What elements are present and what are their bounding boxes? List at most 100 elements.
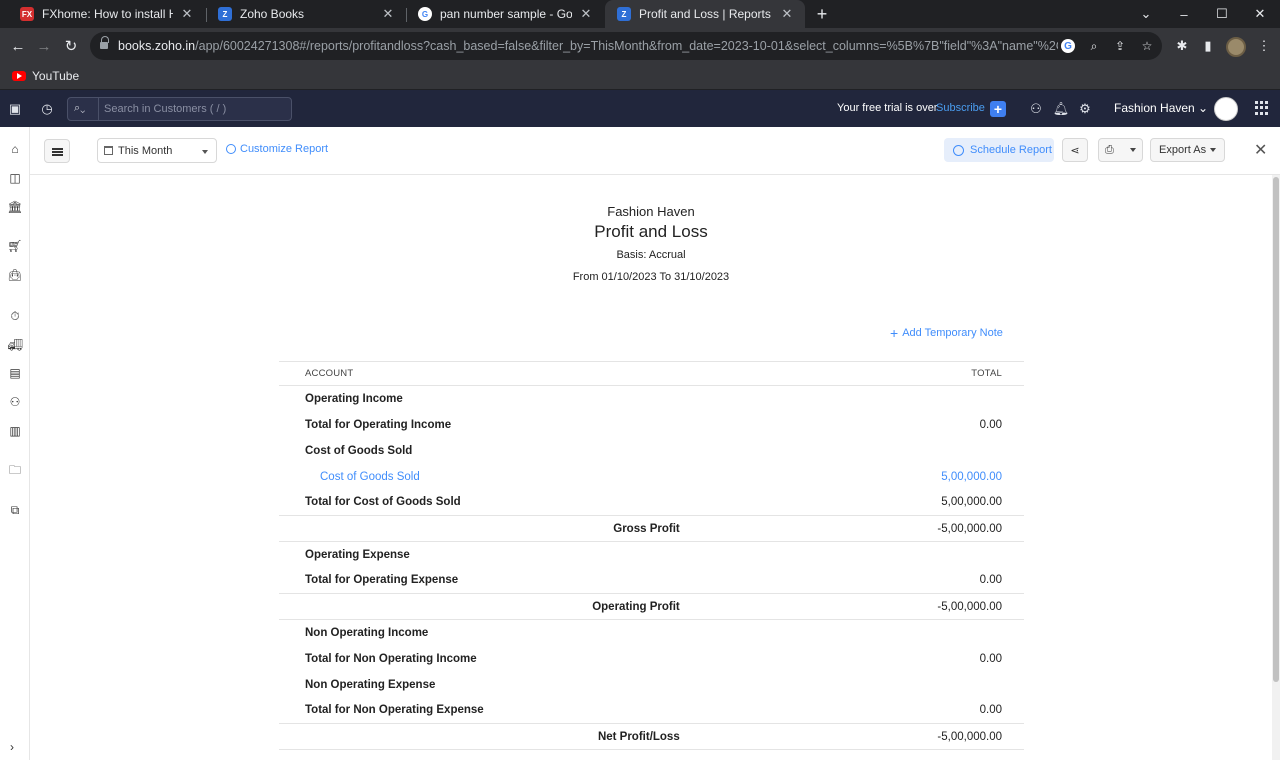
close-tab-icon[interactable]: ✕ <box>779 6 795 22</box>
share-page-icon[interactable]: ⇪ <box>1112 38 1128 54</box>
organization-switcher[interactable]: Fashion Haven ⌄ <box>1114 101 1208 115</box>
zoho-books-logo-icon[interactable]: ▣ <box>6 100 24 118</box>
share-button[interactable]: ⋖ <box>1062 138 1088 162</box>
tab-zoho-books[interactable]: Z Zoho Books ✕ <box>206 0 406 28</box>
banking-icon[interactable]: 🏛︎ <box>7 199 23 215</box>
table-row: Total for Operating Expense 0.00 <box>279 568 1024 594</box>
summary-label-cell <box>525 438 919 464</box>
global-search: ⌕⌄ <box>67 97 292 121</box>
user-avatar[interactable] <box>1214 97 1238 121</box>
export-as-button[interactable]: Export As <box>1150 138 1225 162</box>
account-cell <box>279 593 526 620</box>
print-button[interactable]: ⎙ <box>1098 138 1143 162</box>
report-date-range: From 01/10/2023 To 31/10/2023 <box>572 271 730 283</box>
customize-report-button[interactable]: Customize Report <box>226 143 328 155</box>
report-menu-button[interactable] <box>44 139 70 163</box>
subscribe-link[interactable]: Subscribe <box>936 102 985 114</box>
add-temporary-note-link[interactable]: + Add Temporary Note <box>890 326 1003 340</box>
account-cell: Total for Operating Income <box>305 418 452 431</box>
tab-search-chevron-icon[interactable]: ⌄ <box>1127 0 1165 28</box>
period-select[interactable]: This Month <box>97 138 217 163</box>
apps-integration-icon[interactable]: ⧉ <box>7 502 23 518</box>
zoom-icon[interactable]: ⌕ <box>1086 38 1102 54</box>
account-cell: Total for Cost of Goods Sold <box>305 496 461 509</box>
summary-label-cell <box>525 464 919 490</box>
reload-icon[interactable]: ↻ <box>60 35 82 57</box>
documents-folder-icon[interactable]: 🗀︎ <box>7 463 23 479</box>
table-row[interactable]: Cost of Goods Sold 5,00,000.00 <box>279 464 1024 490</box>
home-icon[interactable]: ⌂ <box>7 141 23 157</box>
back-arrow-icon[interactable]: ← <box>7 35 29 57</box>
expand-sidebar-chevron-icon[interactable]: › <box>10 740 14 754</box>
recent-history-icon[interactable]: ◷ <box>38 100 56 118</box>
tab-title: FXhome: How to install HitFilm V <box>42 7 173 21</box>
search-scope-dropdown-icon[interactable]: ⌕⌄ <box>74 102 85 115</box>
bookmark-star-icon[interactable]: ☆ <box>1139 38 1155 54</box>
total-cell: 0.00 <box>979 574 1002 587</box>
settings-gear-icon[interactable]: ⚙ <box>1076 100 1094 118</box>
reports-chart-icon[interactable]: ▥ <box>7 423 23 439</box>
minimize-window-icon[interactable]: – <box>1165 0 1203 28</box>
google-lens-icon[interactable]: G <box>1060 38 1076 54</box>
close-tab-icon[interactable]: ✕ <box>578 6 594 22</box>
gst-filing-icon[interactable]: ▤ <box>7 365 23 381</box>
summary-label-cell <box>525 646 919 672</box>
new-tab-button[interactable]: + <box>812 4 832 24</box>
print-caret-icon[interactable] <box>1130 148 1136 152</box>
browser-menu-icon[interactable]: ⋮ <box>1256 38 1272 54</box>
summary-label-cell <box>525 542 919 568</box>
side-panel-icon[interactable]: ▮ <box>1200 38 1216 54</box>
caret-down-icon <box>202 150 208 154</box>
time-tracking-icon[interactable]: ⏱︎ <box>7 308 23 324</box>
tab-title: Zoho Books <box>240 7 305 21</box>
total-cell: -5,00,000.00 <box>919 593 1024 620</box>
tab-profit-and-loss[interactable]: Z Profit and Loss | Reports | Zoho B ✕ <box>605 0 805 28</box>
app-header: ▣ ◷ ⌕⌄ Your free trial is over Subscribe… <box>0 90 1280 127</box>
tab-fxhome[interactable]: FX FXhome: How to install HitFilm V ✕ <box>8 0 205 28</box>
report-basis: Basis: Accrual <box>616 249 686 261</box>
export-label: Export As <box>1159 144 1207 156</box>
tab-google-search[interactable]: G pan number sample - Google Se ✕ <box>406 0 604 28</box>
summary-label-cell <box>525 620 919 646</box>
total-cell <box>920 438 1024 464</box>
browser-profile-avatar[interactable] <box>1226 37 1246 57</box>
table-row: Total for Cost of Goods Sold 5,00,000.00 <box>279 490 1024 516</box>
total-cell <box>920 620 1024 646</box>
notifications-bell-icon[interactable]: 🔔︎ <box>1052 100 1070 118</box>
account-cell: Non Operating Income <box>305 626 429 639</box>
purchases-bag-icon[interactable]: 👜︎ <box>7 267 23 283</box>
account-cell <box>279 515 526 542</box>
close-tab-icon[interactable]: ✕ <box>179 6 195 22</box>
schedule-report-button[interactable]: Schedule Report <box>944 138 1054 162</box>
summary-label-cell <box>525 490 919 516</box>
refer-users-icon[interactable]: ⚇ <box>1027 100 1045 118</box>
close-report-icon[interactable]: ✕ <box>1254 143 1267 159</box>
summary-label-cell <box>525 412 919 438</box>
table-row: Total for Non Operating Expense 0.00 <box>279 698 1024 724</box>
total-cell: 0.00 <box>979 652 1002 665</box>
accountant-icon[interactable]: ⚇ <box>7 394 23 410</box>
items-icon[interactable]: ◫ <box>7 170 23 186</box>
clock-icon <box>953 144 964 156</box>
maximize-window-icon[interactable]: ☐ <box>1203 0 1241 28</box>
close-tab-icon[interactable]: ✕ <box>380 6 396 22</box>
search-input[interactable] <box>104 101 284 117</box>
bookmark-youtube[interactable]: YouTube <box>12 69 79 83</box>
table-row: Net Profit/Loss -5,00,000.00 <box>279 723 1024 750</box>
apps-grid-icon[interactable] <box>1255 101 1269 115</box>
summary-label-cell: Operating Profit <box>525 593 920 620</box>
account-cell[interactable]: Cost of Goods Sold <box>279 464 525 490</box>
scrollbar-thumb[interactable] <box>1273 177 1279 682</box>
table-body: Operating Income Total for Operating Inco… <box>279 386 1024 750</box>
column-header-spacer <box>525 361 920 386</box>
sales-cart-icon[interactable]: 🛒︎ <box>7 238 23 254</box>
eway-bills-truck-icon[interactable]: 🚚︎ <box>7 337 23 353</box>
extensions-puzzle-icon[interactable]: ✱ <box>1174 38 1190 54</box>
quick-create-button[interactable]: + <box>990 101 1006 117</box>
total-cell[interactable]: 5,00,000.00 <box>920 464 1024 490</box>
schedule-label: Schedule Report <box>970 144 1052 156</box>
total-cell: -5,00,000.00 <box>919 723 1024 750</box>
forward-arrow-icon[interactable]: → <box>33 35 55 57</box>
close-window-icon[interactable]: ✕ <box>1241 0 1279 28</box>
address-bar[interactable]: books.zoho.in/app/60024271308#/reports/p… <box>90 32 1162 60</box>
